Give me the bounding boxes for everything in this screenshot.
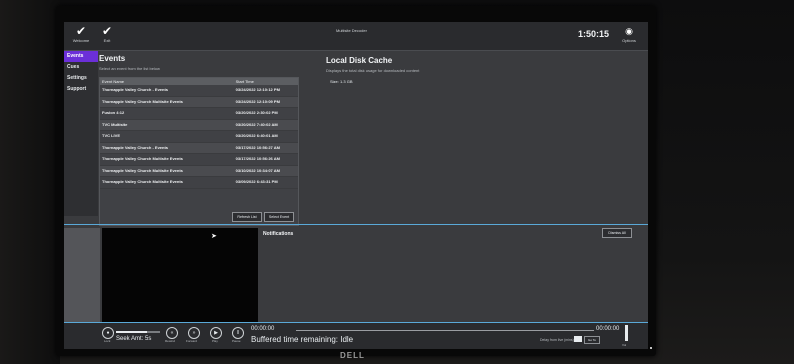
sidebar-item-events[interactable]: Events [64,51,98,62]
volume-label: Vol [622,343,627,347]
app-screen: ✔ Welcome ✔ Exit Multisite Decoder 1:50:… [64,22,648,349]
elapsed-time: 00:00:00 [251,326,275,332]
refresh-list-button[interactable]: Refresh List [232,212,262,222]
table-row[interactable]: Thornapple Valley Church Multisite Event… [100,96,298,108]
photo-scene: ✔ Welcome ✔ Exit Multisite Decoder 1:50:… [0,0,794,364]
player-controls: ● Lock Seek Amt: 5s « Rewind » Forward ▶… [64,322,648,349]
table-row[interactable]: Thornapple Valley Church - Events 03/17/2… [100,142,298,154]
table-row[interactable]: Thornapple Valley Church Multisite Event… [100,165,298,177]
forward-label: Forward [186,339,198,343]
buffered-status: Buffered time remaining: Idle [251,335,354,344]
sidebar-item-cues[interactable]: Cues [64,62,98,73]
cache-title: Local Disk Cache [326,56,393,65]
seek-amount-text: Seek Amt: 5s [116,336,152,342]
sidebar-item-settings[interactable]: Settings [64,73,98,84]
pause-icon: ‖ [236,330,240,336]
cache-size-value: 1.3 GB [340,79,353,84]
forward-button[interactable]: » [188,327,200,339]
column-header-start-time[interactable]: Start Time [234,78,298,85]
dell-logo: DELL [340,351,365,360]
rewind-icon: « [170,330,174,336]
forward-icon: » [192,330,196,336]
cache-size: Size: 1.3 GB [330,79,352,84]
events-title: Events [99,54,126,63]
select-event-button[interactable]: Select Event [264,212,294,222]
lock-label: Lock [104,339,111,343]
lock-icon: ● [106,330,110,336]
play-button[interactable]: ▶ [210,327,222,339]
table-row[interactable]: Thornapple Valley Church - Events 03/24/2… [100,85,298,97]
clock: 1:50:15 [578,29,610,39]
exit-button[interactable]: ✔ Exit [94,24,120,48]
check-icon: ✔ [75,24,87,38]
welcome-button[interactable]: ✔ Welcome [68,24,94,48]
delay-label: Delay from live (mins): [540,338,575,342]
window-title: Multisite Decoder [336,28,367,33]
dismiss-all-button[interactable]: Dismiss All [602,228,632,238]
table-row[interactable]: TVC LIVE 03/20/2022 6:40:01 AM [100,131,298,143]
column-header-event-name[interactable]: Event Name [100,78,234,85]
play-icon: ▶ [214,330,218,336]
sidebar-nav: Events Cues Settings Support [64,51,98,216]
gear-icon: ◉ [625,26,633,36]
total-time: 00:00:00 [596,326,620,332]
top-bar: ✔ Welcome ✔ Exit Multisite Decoder 1:50:… [64,22,648,51]
notifications-title: Notifications [263,231,294,237]
table-row[interactable]: TVC Multisite 03/20/2022 7:40:02 AM [100,119,298,131]
events-table: Event Name Start Time Thornapple Valley … [99,77,299,226]
play-label: Play [212,339,218,343]
timeline-track[interactable] [296,330,594,331]
power-led [650,347,652,349]
options-button[interactable]: ◉ Options [616,24,642,48]
sidebar-item-support[interactable]: Support [64,84,98,95]
table-row[interactable]: Thornapple Valley Church Multisite Event… [100,154,298,166]
table-row[interactable]: Fusion 4:12 03/20/2022 2:30:02 PM [100,108,298,120]
lock-button[interactable]: ● [102,327,114,339]
seek-amount-slider[interactable] [116,331,160,333]
go-to-button[interactable]: Go To [584,336,600,344]
table-row[interactable]: Thornapple Valley Church Multisite Event… [100,177,298,189]
pause-button[interactable]: ‖ [232,327,244,339]
rewind-label: Rewind [165,339,176,343]
delay-input[interactable] [574,336,582,342]
rewind-button[interactable]: « [166,327,178,339]
pause-label: Pause [232,339,241,343]
cache-subtitle: Displays the total disk usage for downlo… [326,68,420,73]
table-header: Event Name Start Time [100,78,298,85]
events-subtitle: Select an event from the list below [99,66,160,71]
wall-background [0,0,60,364]
section-divider [64,224,648,225]
check-icon: ✔ [101,24,113,38]
volume-slider[interactable] [625,325,628,341]
mouse-cursor-icon: ➤ [211,233,217,240]
cache-size-label: Size: [330,79,339,84]
